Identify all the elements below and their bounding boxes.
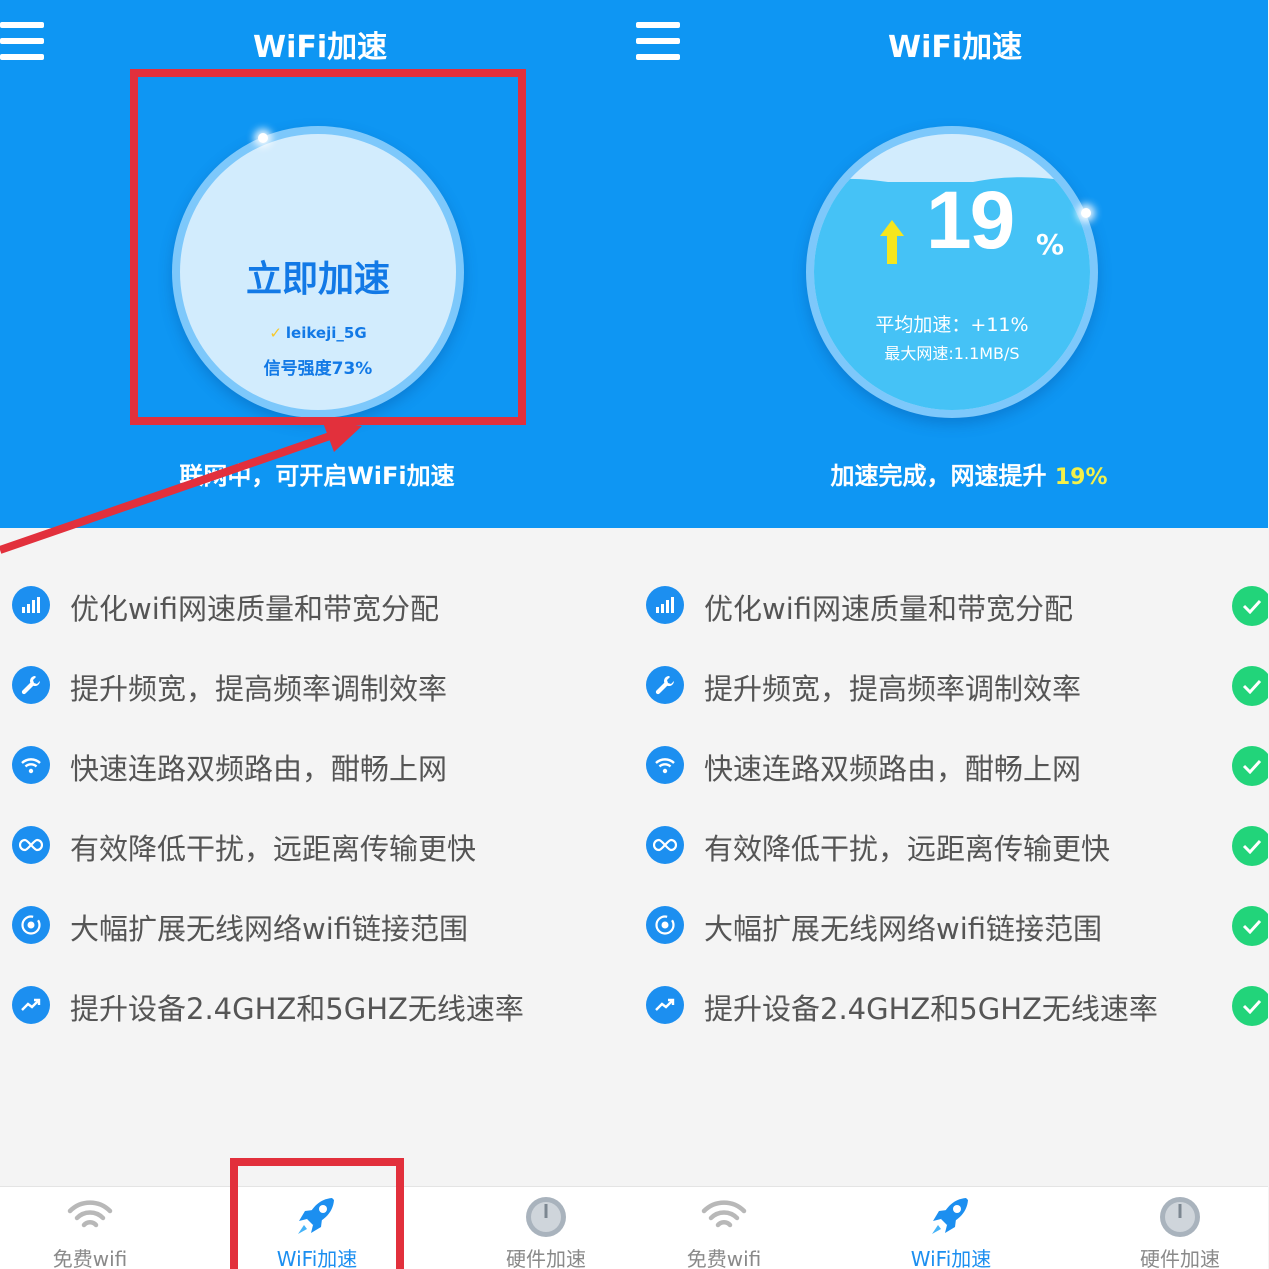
menu-icon[interactable] bbox=[636, 22, 680, 62]
list-item: 提升频宽，提高频率调制效率 bbox=[0, 648, 634, 728]
result-circle: 19 % 平均加速：+11% 最大网速:1.1MB/S bbox=[806, 126, 1098, 418]
wrench-icon bbox=[646, 666, 684, 704]
list-item: 快速连路双频路由，酣畅上网 bbox=[634, 728, 1268, 808]
feature-text: 有效降低干扰，远距离传输更快 bbox=[704, 832, 1111, 866]
feature-text: 提升设备2.4GHZ和5GHZ无线速率 bbox=[70, 992, 524, 1026]
percent-sign: % bbox=[1036, 228, 1065, 261]
tab-label: 免费wifi bbox=[52, 1247, 128, 1269]
wifi-icon bbox=[65, 1195, 115, 1239]
right-screen: WiFi加速 19 % 平均加速：+11% 最大网速:1.1MB/S 加速完成，… bbox=[634, 0, 1268, 1269]
check-icon bbox=[1232, 906, 1268, 946]
target-icon bbox=[646, 906, 684, 944]
boost-percent: 19 bbox=[926, 175, 1015, 266]
tab-hardware-accelerate[interactable]: 硬件加速 bbox=[1100, 1187, 1260, 1269]
trend-icon bbox=[646, 986, 684, 1024]
result-water: 19 % 平均加速：+11% 最大网速:1.1MB/S bbox=[814, 134, 1090, 410]
average-speedup: 平均加速：+11% bbox=[875, 314, 1029, 336]
list-item: 优化wifi网速质量和带宽分配 bbox=[634, 568, 1268, 648]
glow-dot bbox=[1081, 208, 1091, 218]
signal-bars-icon bbox=[12, 586, 50, 624]
list-item: 优化wifi网速质量和带宽分配 bbox=[0, 568, 634, 648]
annotation-arrow bbox=[0, 420, 362, 554]
feature-text: 提升设备2.4GHZ和5GHZ无线速率 bbox=[704, 992, 1158, 1026]
annotation-box bbox=[130, 69, 526, 425]
feature-text: 优化wifi网速质量和带宽分配 bbox=[70, 592, 440, 626]
feature-text: 优化wifi网速质量和带宽分配 bbox=[704, 592, 1074, 626]
page-title: WiFi加速 bbox=[253, 30, 388, 65]
signal-bars-icon bbox=[646, 586, 684, 624]
list-item: 快速连路双频路由，酣畅上网 bbox=[0, 728, 634, 808]
check-icon bbox=[1232, 666, 1268, 706]
list-item: 有效降低干扰，远距离传输更快 bbox=[0, 808, 634, 888]
infinity-icon bbox=[646, 826, 684, 864]
gauge-icon bbox=[521, 1195, 571, 1239]
list-item: 提升设备2.4GHZ和5GHZ无线速率 bbox=[0, 968, 634, 1048]
list-item: 有效降低干扰，远距离传输更快 bbox=[634, 808, 1268, 888]
tab-label: 硬件加速 bbox=[1140, 1247, 1220, 1269]
feature-text: 提升频宽，提高频率调制效率 bbox=[704, 672, 1082, 706]
list-item: 提升设备2.4GHZ和5GHZ无线速率 bbox=[634, 968, 1268, 1048]
list-item: 提升频宽，提高频率调制效率 bbox=[634, 648, 1268, 728]
page-title: WiFi加速 bbox=[888, 30, 1023, 65]
header: WiFi加速 19 % 平均加速：+11% 最大网速:1.1MB/S 加速完成，… bbox=[634, 0, 1268, 528]
menu-icon[interactable] bbox=[0, 22, 44, 62]
infinity-icon bbox=[12, 826, 50, 864]
check-icon bbox=[1232, 826, 1268, 866]
status-value: 19% bbox=[1054, 465, 1108, 490]
status-text: 加速完成，网速提升 19% bbox=[652, 456, 1268, 491]
tab-label: 硬件加速 bbox=[506, 1247, 586, 1269]
tab-free-wifi[interactable]: 免费wifi bbox=[10, 1187, 170, 1269]
feature-text: 有效降低干扰，远距离传输更快 bbox=[70, 832, 477, 866]
tab-label: WiFi加速 bbox=[910, 1247, 992, 1269]
tab-bar: 免费wifi WiFi加速 硬件加速 bbox=[634, 1186, 1268, 1269]
target-icon bbox=[12, 906, 50, 944]
wifi-icon bbox=[12, 746, 50, 784]
wifi-icon bbox=[699, 1195, 749, 1239]
tab-wifi-accelerate[interactable]: WiFi加速 bbox=[871, 1187, 1031, 1269]
wifi-icon bbox=[646, 746, 684, 784]
annotation-box bbox=[230, 1158, 404, 1269]
arrow-up-icon bbox=[880, 220, 904, 264]
check-icon bbox=[1232, 986, 1268, 1026]
feature-text: 大幅扩展无线网络wifi链接范围 bbox=[704, 912, 1103, 946]
rocket-icon bbox=[926, 1195, 976, 1239]
tab-free-wifi[interactable]: 免费wifi bbox=[644, 1187, 804, 1269]
list-item: 大幅扩展无线网络wifi链接范围 bbox=[0, 888, 634, 968]
feature-text: 快速连路双频路由，酣畅上网 bbox=[704, 752, 1082, 786]
left-screen: WiFi加速 立即加速 ✓ leikeji_5G 信号强度73% 联网中，可开启W… bbox=[0, 0, 634, 1269]
trend-icon bbox=[12, 986, 50, 1024]
gauge-icon bbox=[1155, 1195, 1205, 1239]
status-prefix: 加速完成，网速提升 bbox=[830, 462, 1055, 490]
wrench-icon bbox=[12, 666, 50, 704]
check-icon bbox=[1232, 746, 1268, 786]
feature-text: 提升频宽，提高频率调制效率 bbox=[70, 672, 448, 706]
max-speed: 最大网速:1.1MB/S bbox=[884, 344, 1020, 363]
check-icon bbox=[1232, 586, 1268, 626]
tab-hardware-accelerate[interactable]: 硬件加速 bbox=[466, 1187, 626, 1269]
feature-text: 大幅扩展无线网络wifi链接范围 bbox=[70, 912, 469, 946]
list-item: 大幅扩展无线网络wifi链接范围 bbox=[634, 888, 1268, 968]
feature-text: 快速连路双频路由，酣畅上网 bbox=[70, 752, 448, 786]
tab-label: 免费wifi bbox=[686, 1247, 762, 1269]
